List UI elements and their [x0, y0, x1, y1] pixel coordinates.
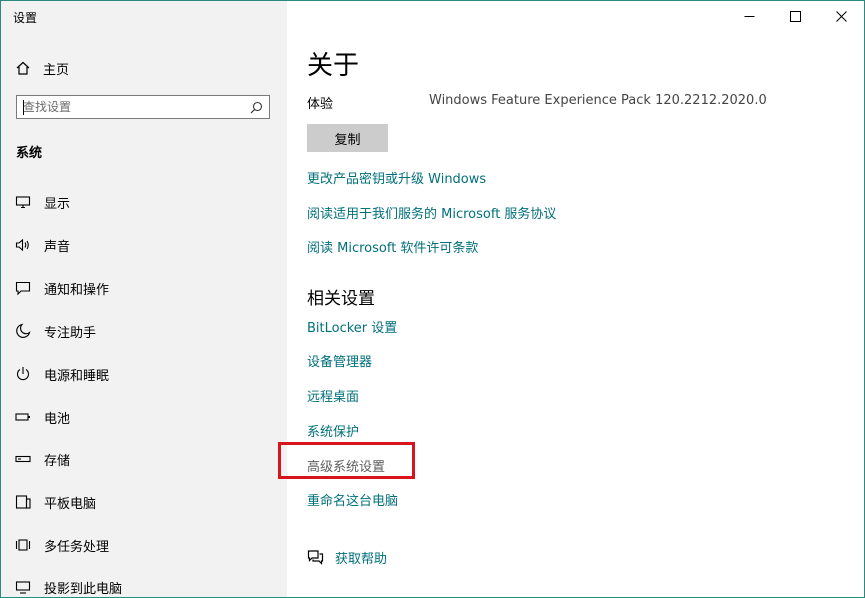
- moon-icon: [16, 323, 31, 338]
- sidebar-item-sound[interactable]: 声音: [15, 233, 275, 257]
- search-icon[interactable]: [250, 101, 263, 114]
- sidebar-item-label: 平板电脑: [44, 496, 97, 512]
- experience-label: 体验: [307, 97, 334, 112]
- page-title: 关于: [307, 51, 360, 81]
- sidebar-item-power-sleep[interactable]: 电源和睡眠: [15, 362, 275, 386]
- sidebar-item-battery[interactable]: 电池: [15, 405, 275, 429]
- get-help-label: 获取帮助: [335, 552, 388, 567]
- sidebar: 设置 主页 系统 显示 声音 通知和操作 专注助手 电源: [1, 1, 287, 597]
- sidebar-item-tablet[interactable]: 平板电脑: [15, 490, 275, 514]
- get-help-link[interactable]: 获取帮助: [307, 548, 387, 567]
- system-protection-link[interactable]: 系统保护: [307, 421, 359, 440]
- bitlocker-settings-link[interactable]: BitLocker 设置: [307, 317, 397, 336]
- rename-pc-link[interactable]: 重命名这台电脑: [307, 490, 398, 509]
- sidebar-section-title: 系统: [16, 146, 43, 161]
- sidebar-home[interactable]: 主页: [15, 57, 69, 79]
- project-icon: [15, 581, 31, 594]
- sidebar-item-label: 显示: [44, 196, 71, 212]
- sidebar-item-label: 投影到此电脑: [44, 581, 123, 597]
- sidebar-item-display[interactable]: 显示: [15, 190, 275, 214]
- settings-window: 设置 主页 系统 显示 声音 通知和操作 专注助手 电源: [0, 0, 865, 598]
- main-content: 关于 体验 Windows Feature Experience Pack 12…: [307, 1, 864, 597]
- related-settings-title: 相关设置: [307, 289, 375, 309]
- highlight-box: [278, 442, 415, 479]
- battery-icon: [15, 413, 30, 421]
- sidebar-item-label: 专注助手: [44, 325, 97, 341]
- remote-desktop-link[interactable]: 远程桌面: [307, 386, 359, 405]
- sidebar-item-focus-assist[interactable]: 专注助手: [15, 319, 275, 343]
- copy-button[interactable]: 复制: [307, 124, 388, 152]
- home-icon: [16, 61, 30, 75]
- sidebar-item-storage[interactable]: 存储: [15, 447, 275, 471]
- sidebar-item-label: 多任务处理: [44, 539, 110, 555]
- sidebar-home-label: 主页: [43, 62, 70, 78]
- sidebar-item-notifications[interactable]: 通知和操作: [15, 276, 275, 300]
- storage-icon: [15, 455, 31, 463]
- sidebar-item-label: 电源和睡眠: [44, 368, 110, 384]
- monitor-icon: [15, 196, 31, 209]
- sidebar-item-label: 存储: [44, 453, 71, 469]
- search-box[interactable]: [16, 95, 270, 119]
- sidebar-item-label: 电池: [44, 411, 71, 427]
- power-icon: [16, 367, 30, 381]
- tablet-icon: [15, 495, 31, 509]
- sidebar-item-multitasking[interactable]: 多任务处理: [15, 533, 275, 557]
- multitask-icon: [15, 539, 31, 551]
- speaker-icon: [15, 238, 29, 252]
- search-input[interactable]: [23, 98, 241, 116]
- help-chat-icon: [307, 550, 324, 565]
- notification-icon: [15, 281, 31, 296]
- sidebar-item-label: 通知和操作: [44, 282, 110, 298]
- sidebar-item-label: 声音: [44, 239, 71, 255]
- sidebar-item-project[interactable]: 投影到此电脑: [15, 575, 275, 597]
- window-title: 设置: [13, 11, 38, 25]
- device-manager-link[interactable]: 设备管理器: [307, 351, 372, 370]
- change-product-key-link[interactable]: 更改产品密钥或升级 Windows: [307, 168, 486, 187]
- experience-value: Windows Feature Experience Pack 120.2212…: [429, 93, 767, 108]
- license-terms-link[interactable]: 阅读 Microsoft 软件许可条款: [307, 237, 478, 256]
- service-agreement-link[interactable]: 阅读适用于我们服务的 Microsoft 服务协议: [307, 203, 556, 222]
